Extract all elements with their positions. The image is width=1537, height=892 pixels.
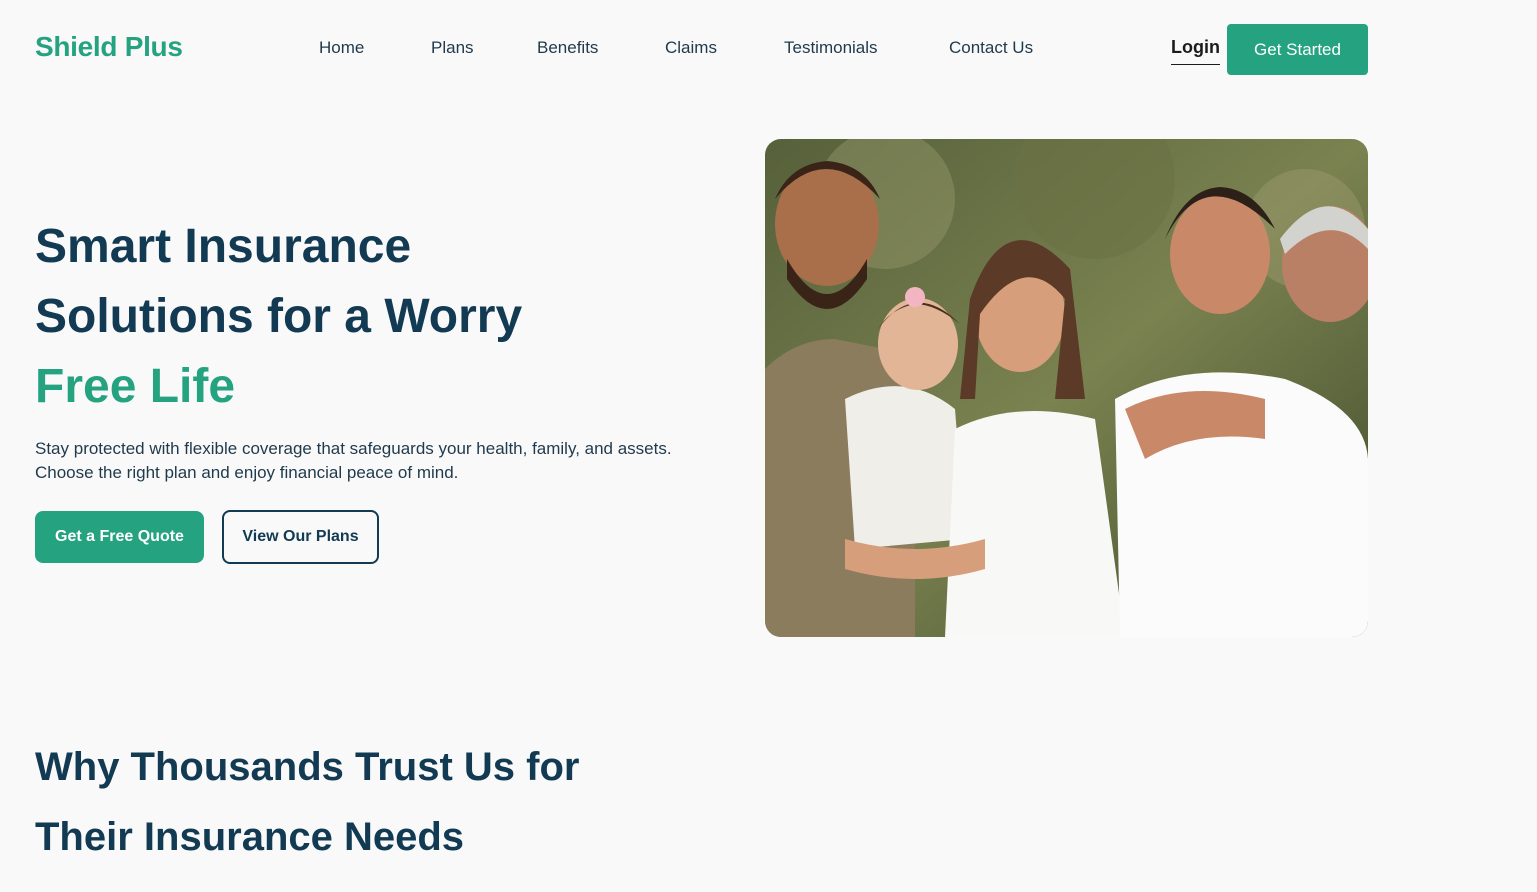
nav-item-benefits[interactable]: Benefits (537, 38, 598, 58)
nav-item-claims[interactable]: Claims (665, 38, 717, 58)
login-link[interactable]: Login (1171, 37, 1220, 65)
get-started-button[interactable]: Get Started (1227, 24, 1368, 75)
hero-title: Smart Insurance Solutions for a Worry Fr… (35, 212, 675, 422)
hero-title-accent: Free Life (35, 360, 236, 413)
trust-section-title: Why Thousands Trust Us for Their Insuran… (35, 732, 579, 872)
hero-title-line-2: Solutions for a Worry (35, 290, 523, 343)
hero-subtitle: Stay protected with flexible coverage th… (35, 439, 672, 482)
family-photo (765, 139, 1368, 637)
trust-title-line-2: Their Insurance Needs (35, 815, 465, 859)
hero-title-line-1: Smart Insurance (35, 220, 412, 273)
view-plans-button[interactable]: View Our Plans (222, 510, 379, 564)
nav-item-testimonials[interactable]: Testimonials (784, 38, 878, 58)
nav-item-home[interactable]: Home (319, 38, 364, 58)
free-quote-button[interactable]: Get a Free Quote (35, 511, 204, 563)
nav-item-plans[interactable]: Plans (431, 38, 474, 58)
family-photo-illustration (765, 139, 1368, 637)
nav-item-contact[interactable]: Contact Us (949, 38, 1033, 58)
brand-logo[interactable]: Shield Plus (35, 31, 183, 63)
trust-title-line-1: Why Thousands Trust Us for (35, 745, 580, 789)
